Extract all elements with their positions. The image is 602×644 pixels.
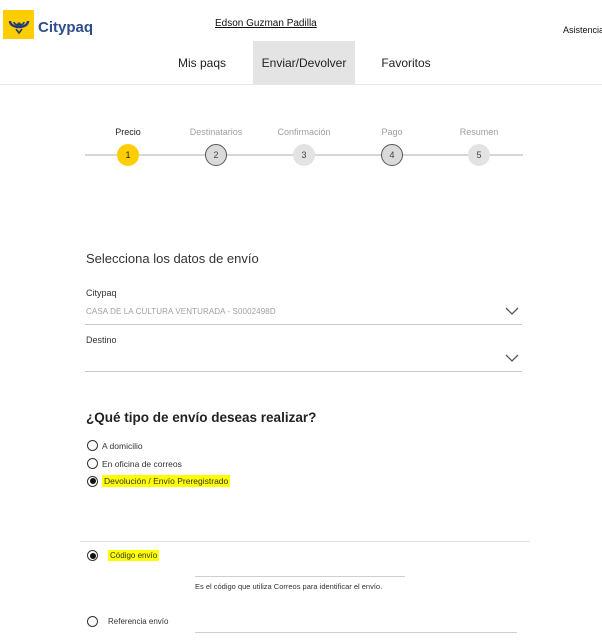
post-horn-icon <box>8 20 29 34</box>
tab-enviar-devolver[interactable]: Enviar/Devolver <box>253 41 355 84</box>
header-divider <box>0 84 602 85</box>
option-devolucion-preregistrado[interactable]: Devolución / Envío Preregistrado <box>87 475 231 487</box>
radio-button[interactable] <box>87 440 98 451</box>
destino-field-label: Destino <box>86 335 117 345</box>
option-label: Referencia envío <box>108 617 169 626</box>
step-label-confirmacion: Confirmación <box>277 127 331 137</box>
option-oficina-correos[interactable]: En oficina de correos <box>87 458 182 469</box>
radio-button-selected[interactable] <box>87 550 98 561</box>
tab-favoritos[interactable]: Favoritos <box>370 41 442 84</box>
option-referencia-envio[interactable]: Referencia envío <box>87 616 168 627</box>
shipment-data-title: Selecciona los datos de envío <box>86 251 259 266</box>
radio-button-selected[interactable] <box>87 475 98 487</box>
user-name-link[interactable]: Edson Guzman Padilla <box>215 18 317 29</box>
codigo-envio-input[interactable] <box>195 576 405 577</box>
codigo-envio-help: Es el código que utiliza Correos para id… <box>195 582 383 591</box>
chevron-down-icon[interactable] <box>505 306 519 316</box>
section-divider <box>80 541 530 542</box>
tab-mis-paqs[interactable]: Mis paqs <box>165 41 239 84</box>
option-label: Código envío <box>108 550 160 561</box>
step-label-resumen: Resumen <box>459 127 499 137</box>
step-label-destinatarios: Destinatarios <box>189 127 243 137</box>
option-label: Devolución / Envío Preregistrado <box>102 475 231 487</box>
step-5-indicator[interactable]: 5 <box>468 144 490 166</box>
step-4-indicator[interactable]: 4 <box>381 144 403 166</box>
citypaq-select-underline <box>85 324 522 325</box>
citypaq-select-value[interactable]: CASA DE LA CULTURA VENTURADA - S0002498D <box>86 307 276 316</box>
brand-name: Citypaq <box>38 19 94 36</box>
radio-button[interactable] <box>87 616 98 627</box>
option-label: En oficina de correos <box>102 458 182 469</box>
option-label: A domicilio <box>102 440 143 451</box>
step-3-indicator[interactable]: 3 <box>293 144 315 166</box>
step-label-pago: Pago <box>381 127 403 137</box>
option-codigo-envio[interactable]: Código envío <box>87 550 160 561</box>
referencia-envio-input[interactable] <box>195 632 517 633</box>
step-label-precio: Precio <box>115 127 141 137</box>
citypaq-field-label: Citypaq <box>86 288 117 298</box>
help-link[interactable]: Asistencia <box>563 25 602 35</box>
destino-select-underline <box>85 371 522 372</box>
radio-button[interactable] <box>87 458 98 469</box>
option-a-domicilio[interactable]: A domicilio <box>87 440 143 451</box>
step-2-indicator[interactable]: 2 <box>205 144 227 166</box>
shipping-type-question: ¿Qué tipo de envío deseas realizar? <box>86 410 317 425</box>
step-1-indicator[interactable]: 1 <box>117 144 139 166</box>
citypaq-logo[interactable] <box>3 10 34 39</box>
chevron-down-icon[interactable] <box>505 353 519 363</box>
